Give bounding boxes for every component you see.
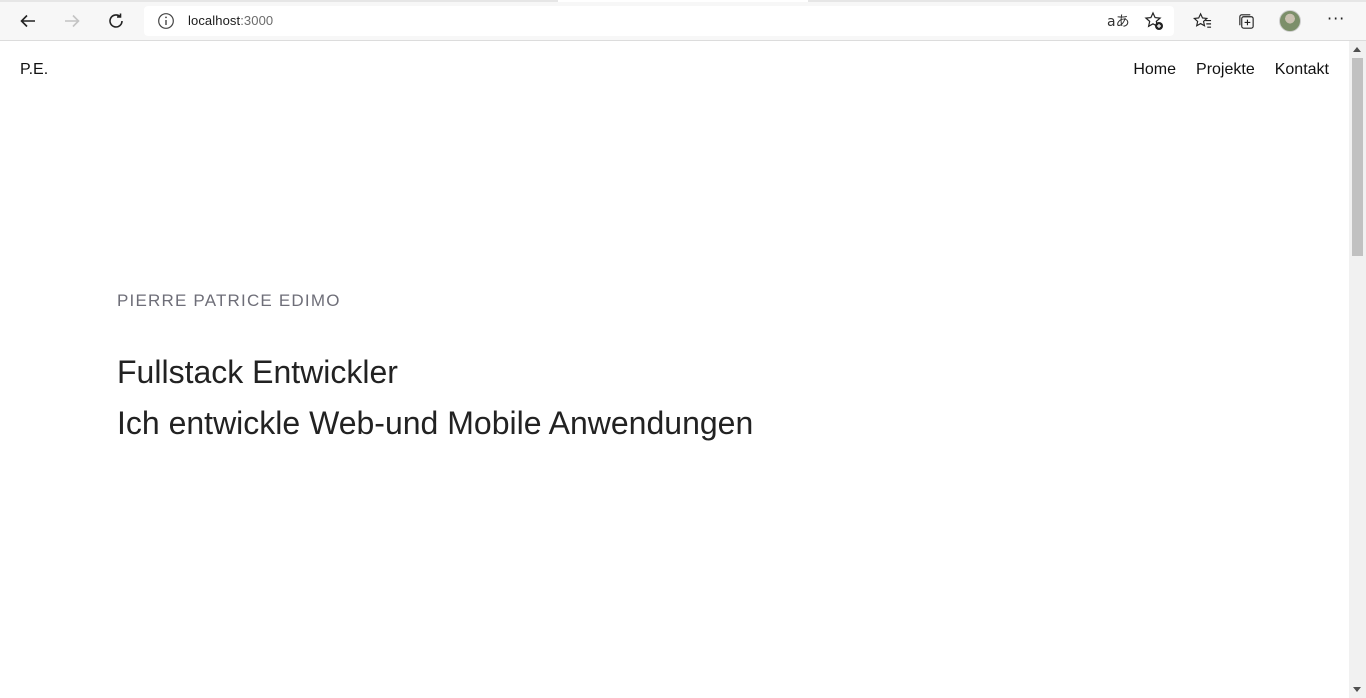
nav-link-kontakt[interactable]: Kontakt: [1275, 61, 1329, 79]
vertical-scrollbar[interactable]: [1349, 41, 1366, 698]
site-navigation: Home Projekte Kontakt: [1133, 61, 1329, 79]
arrow-right-icon: [65, 14, 80, 28]
hero-section: PIERRE PATRICE EDIMO Fullstack Entwickle…: [117, 291, 753, 444]
back-button[interactable]: [13, 6, 43, 36]
info-icon[interactable]: [157, 12, 175, 30]
collections-button[interactable]: [1232, 7, 1260, 35]
more-options-icon[interactable]: ···: [1327, 9, 1345, 28]
favorites-button[interactable]: [1188, 7, 1216, 35]
address-text[interactable]: localhost:3000: [188, 13, 273, 28]
address-bar[interactable]: localhost:3000 aあ: [144, 6, 1174, 36]
scroll-down-arrow-icon[interactable]: [1353, 687, 1361, 692]
reload-icon: [109, 13, 123, 28]
profile-avatar[interactable]: [1279, 10, 1301, 32]
scroll-thumb[interactable]: [1352, 58, 1363, 256]
translate-icon[interactable]: aあ: [1107, 11, 1130, 31]
reload-button[interactable]: [101, 6, 131, 36]
nav-link-home[interactable]: Home: [1133, 61, 1176, 79]
nav-link-projekte[interactable]: Projekte: [1196, 61, 1255, 79]
forward-button[interactable]: [57, 6, 87, 36]
collections-icon: [1238, 13, 1254, 29]
favorites-icon: [1192, 12, 1211, 28]
hero-tagline: Ich entwickle Web-und Mobile Anwendungen: [117, 405, 754, 441]
site-logo[interactable]: P.E.: [20, 61, 48, 79]
active-tab-indicator: [558, 0, 808, 2]
browser-toolbar: localhost:3000 aあ ···: [0, 0, 1366, 41]
scroll-up-arrow-icon[interactable]: [1353, 47, 1361, 52]
web-page: P.E. Home Projekte Kontakt PIERRE PATRIC…: [0, 41, 1349, 698]
tab-strip-edge: [0, 0, 1366, 2]
hero-name: PIERRE PATRICE EDIMO: [117, 291, 341, 310]
arrow-left-icon: [20, 14, 35, 28]
add-favorite-icon[interactable]: [1144, 11, 1164, 31]
hero-role: Fullstack Entwickler: [117, 354, 398, 390]
